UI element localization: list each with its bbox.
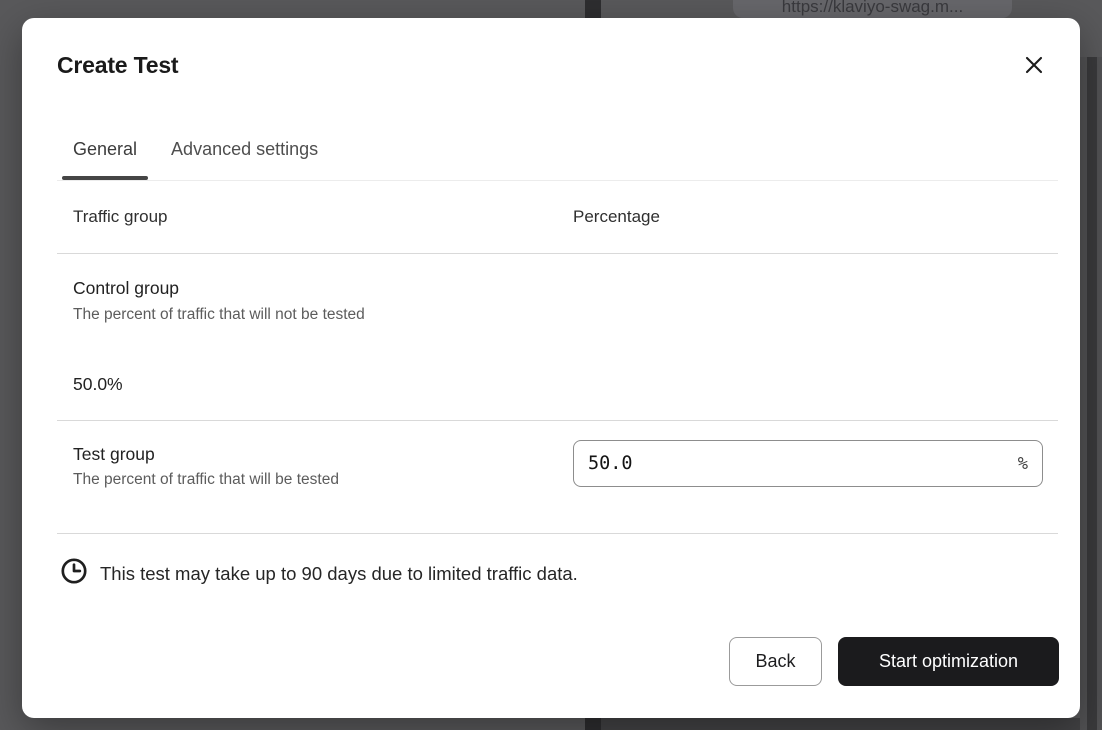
test-group-description: The percent of traffic that will be test…: [73, 471, 339, 489]
create-test-dialog: Create Test General Advanced settings Tr…: [22, 18, 1080, 718]
background-right-strip: [1087, 57, 1097, 730]
divider: [57, 420, 1058, 421]
back-button[interactable]: Back: [729, 637, 822, 686]
background-bottom-panel: [601, 718, 1080, 730]
browser-url-pill: https://klaviyo-swag.m...: [733, 0, 1012, 18]
control-group-name: Control group: [73, 278, 179, 299]
active-tab-indicator: [62, 176, 148, 180]
back-button-label: Back: [755, 651, 795, 672]
test-percentage-field: %: [573, 440, 1043, 487]
start-optimization-label: Start optimization: [879, 651, 1018, 672]
browser-url-text: https://klaviyo-swag.m...: [782, 0, 963, 17]
close-button[interactable]: [1014, 45, 1054, 85]
percent-suffix: %: [1018, 454, 1028, 474]
close-icon: [1023, 54, 1045, 76]
dialog-title: Create Test: [57, 52, 178, 79]
control-group-percentage: 50.0%: [73, 374, 123, 395]
control-group-description: The percent of traffic that will not be …: [73, 306, 365, 324]
divider: [57, 533, 1058, 534]
tab-general-label: General: [73, 139, 137, 160]
clock-icon: [60, 557, 88, 585]
tab-advanced-settings-label: Advanced settings: [171, 139, 318, 160]
test-group-name: Test group: [73, 444, 155, 465]
dialog-tabs: General Advanced settings: [57, 118, 1058, 181]
tab-advanced-settings[interactable]: Advanced settings: [160, 118, 329, 180]
test-percentage-input[interactable]: [573, 440, 1043, 487]
start-optimization-button[interactable]: Start optimization: [838, 637, 1059, 686]
tab-general[interactable]: General: [62, 118, 148, 180]
notice-text: This test may take up to 90 days due to …: [100, 561, 578, 587]
column-header-traffic-group: Traffic group: [73, 207, 168, 227]
divider: [57, 253, 1058, 254]
column-header-percentage: Percentage: [573, 207, 660, 227]
